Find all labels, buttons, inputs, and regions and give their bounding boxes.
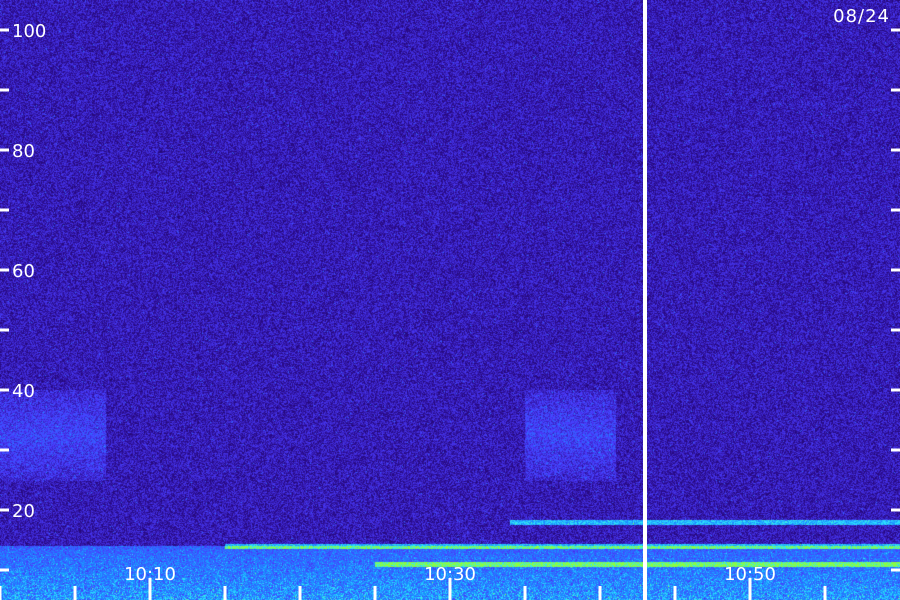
- x-tick-label: 10:10: [124, 564, 176, 585]
- date-label: 08/24: [833, 6, 890, 27]
- y-tick-label: 20: [12, 501, 35, 522]
- y-tick-label: 80: [12, 141, 35, 162]
- y-tick-label: 40: [12, 381, 35, 402]
- y-tick-label: 100: [12, 21, 46, 42]
- x-tick-label: 10:30: [424, 564, 476, 585]
- spectrogram-panel: 20 40 60 80 100 10:10 10:30 10:50 08/24: [0, 0, 900, 600]
- y-tick-label: 60: [12, 261, 35, 282]
- axes-overlay: 20 40 60 80 100 10:10 10:30 10:50: [0, 0, 900, 600]
- x-tick-label: 10:50: [724, 564, 776, 585]
